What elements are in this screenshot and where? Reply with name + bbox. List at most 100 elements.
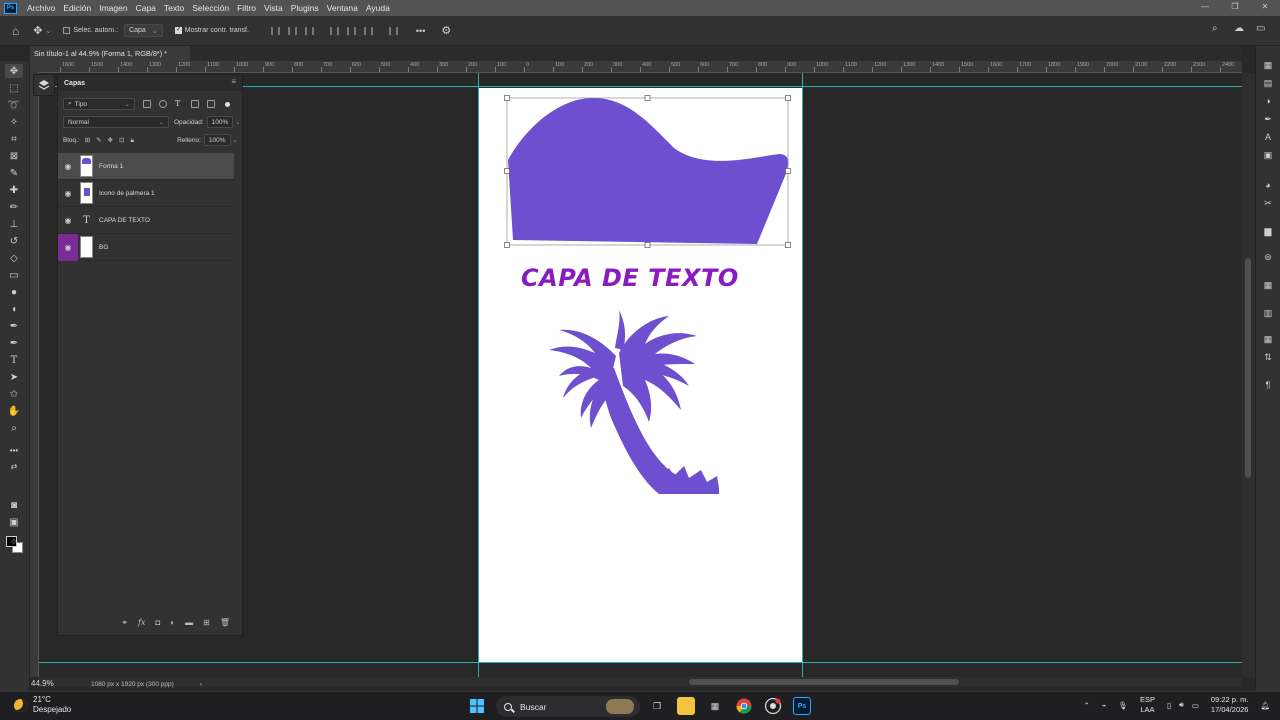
weather-widget[interactable]: 21°C Despejado (14, 695, 71, 715)
auto-select-checkbox[interactable] (63, 27, 71, 34)
3d-icon[interactable]: ⊜ (1260, 250, 1276, 264)
shape-filter-icon[interactable] (191, 100, 199, 108)
language-indicator[interactable]: ESP LAA (1140, 695, 1155, 715)
adjustment-filter-icon[interactable] (159, 100, 167, 108)
type-tool-icon[interactable]: T (5, 353, 23, 367)
lock-artboard-icon[interactable]: ⊡ (119, 137, 130, 144)
layer-row-bg[interactable]: ◉ BG (58, 233, 234, 261)
actions-icon[interactable]: ✂ (1260, 196, 1276, 210)
distribute-icon[interactable] (388, 26, 398, 35)
layers-tab[interactable]: Capas (64, 80, 85, 87)
text-layer-capa-de-texto[interactable]: CAPA DE TEXTO (521, 264, 739, 292)
glyphs-icon[interactable]: ⇅ (1260, 350, 1276, 364)
type-filter-icon[interactable]: T (175, 100, 183, 108)
align-center-icon[interactable] (287, 26, 297, 35)
menu-edicion[interactable]: Edición (59, 3, 95, 13)
chevron-down-icon[interactable]: ⌄ (45, 27, 51, 35)
history-icon[interactable]: ▣ (1260, 148, 1276, 162)
color-icon[interactable]: ◕ (1260, 178, 1276, 192)
chrome-profile-icon[interactable] (764, 697, 782, 715)
paragraph-icon[interactable]: ¶ (1260, 378, 1276, 392)
layer-name[interactable]: BG (99, 244, 108, 251)
layer-row-forma-1[interactable]: ◉ Forma 1 (58, 153, 234, 180)
visibility-eye-icon[interactable]: ◉ (58, 233, 78, 261)
more-options-button[interactable]: ••• (416, 26, 425, 36)
dodge-tool-icon[interactable]: ◖ (5, 302, 23, 316)
visibility-eye-icon[interactable]: ◉ (58, 207, 78, 234)
pen-tool-icon[interactable]: ✒ (5, 319, 23, 333)
properties-icon[interactable]: ▤ (1260, 76, 1276, 90)
vertical-scrollbar[interactable] (1242, 73, 1255, 677)
shape-layer-forma-1[interactable] (479, 88, 802, 268)
filter-toggle-icon[interactable] (225, 101, 230, 107)
palm-tree-icon[interactable] (519, 298, 739, 498)
more-tools-icon[interactable]: ••• (5, 443, 23, 457)
blur-tool-icon[interactable]: ● (5, 285, 23, 299)
brush-tool-icon[interactable]: ✏ (5, 200, 23, 214)
menu-seleccion[interactable]: Selección (188, 3, 233, 13)
smart-object-filter-icon[interactable] (207, 100, 215, 108)
tray-overflow-icon[interactable]: ⌃ (1084, 701, 1090, 710)
layers-panel-collapsed-icon[interactable] (33, 74, 55, 96)
guide-line[interactable] (39, 662, 1242, 663)
photoshop-taskbar-icon[interactable]: Ps (793, 697, 811, 715)
align-right-icon[interactable] (304, 26, 314, 35)
search-icon[interactable]: ⌕ (1212, 23, 1218, 34)
gear-icon[interactable]: ⚙ (441, 24, 451, 37)
magic-wand-tool-icon[interactable]: ✧ (5, 115, 23, 129)
align-left-icon[interactable] (270, 26, 280, 35)
shape-tool-icon[interactable]: ✩ (5, 387, 23, 401)
layer-name[interactable]: Icono de palmera 1 (99, 190, 155, 197)
scroll-thumb[interactable] (689, 679, 959, 685)
character-icon[interactable]: A (1260, 130, 1276, 144)
new-layer-icon[interactable]: ⊞ (203, 618, 210, 627)
menu-ayuda[interactable]: Ayuda (362, 3, 394, 13)
generative-icon[interactable]: ✧ (5, 535, 23, 549)
visibility-eye-icon[interactable]: ◉ (58, 180, 78, 207)
zoom-tool-icon[interactable]: ⌕ (5, 421, 23, 435)
speaker-icon[interactable]: 🔊︎ (1179, 700, 1184, 710)
pen-tool-alt-icon[interactable]: ✒ (5, 336, 23, 350)
align-bottom-icon[interactable] (363, 26, 373, 35)
chevron-down-icon[interactable]: ⌄ (235, 118, 240, 126)
menu-archivo[interactable]: Archivo (23, 3, 59, 13)
move-tool-icon[interactable]: ✥ (33, 24, 42, 37)
menu-vista[interactable]: Vista (260, 3, 287, 13)
menu-filtro[interactable]: Filtro (233, 3, 260, 13)
fx-icon[interactable]: fx (138, 618, 145, 627)
minimize-icon[interactable]: — (1190, 0, 1220, 16)
network-off-icon[interactable]: ⌁ (1102, 701, 1107, 710)
channels-icon[interactable]: ▦ (1260, 278, 1276, 292)
adjustment-layer-icon[interactable]: ◐ (170, 618, 175, 627)
swap-colors-icon[interactable]: ⇄ (5, 459, 23, 473)
auto-select-toggle[interactable]: Selec. autom.: (63, 27, 118, 34)
lock-transparency-icon[interactable]: ⊞ (85, 137, 96, 144)
lock-pixels-icon[interactable]: ✎ (96, 137, 107, 144)
document-canvas[interactable]: CAPA DE TEXTO (479, 88, 802, 662)
chrome-icon[interactable] (735, 697, 753, 715)
align-middle-icon[interactable] (346, 26, 356, 35)
document-size[interactable]: 1080 px x 1920 px (300 ppp) (91, 681, 174, 688)
clock[interactable]: 09:22 p. m. 17/04/2026 (1211, 695, 1249, 715)
show-transform-toggle[interactable]: Mostrar contr. transf. (174, 25, 249, 34)
taskbar-search[interactable]: Buscar (496, 696, 640, 717)
adjustments-icon[interactable]: ◑ (1260, 94, 1276, 108)
layer-name[interactable]: CAPA DE TEXTO (99, 217, 150, 224)
align-top-icon[interactable] (329, 26, 339, 35)
notifications-icon[interactable]: 🔔︎ (1260, 701, 1270, 710)
lasso-tool-icon[interactable]: ➰ (5, 98, 23, 112)
pixel-filter-icon[interactable] (143, 100, 151, 108)
task-view-icon[interactable]: ❐ (648, 697, 666, 715)
close-icon[interactable]: ✕ (1250, 0, 1280, 16)
layer-row-icono-de-palmera-1[interactable]: ◉ Icono de palmera 1 (58, 180, 234, 207)
grid-icon[interactable]: ▦ (1260, 332, 1276, 346)
lock-all-icon[interactable]: 🔒︎ (130, 137, 139, 144)
opacity-input[interactable]: 100% (206, 116, 234, 128)
auto-select-dropdown[interactable]: Capa ⌄ (124, 24, 163, 37)
clone-stamp-tool-icon[interactable]: ⊥ (5, 217, 23, 231)
visibility-eye-icon[interactable]: ◉ (58, 153, 78, 180)
comments-icon[interactable]: ▆ (1260, 224, 1276, 238)
layer-filter-dropdown[interactable]: ⌕ Tipo ⌄ (63, 98, 135, 110)
libraries-icon[interactable]: ▦ (1260, 58, 1276, 72)
menu-ventana[interactable]: Ventana (323, 3, 362, 13)
